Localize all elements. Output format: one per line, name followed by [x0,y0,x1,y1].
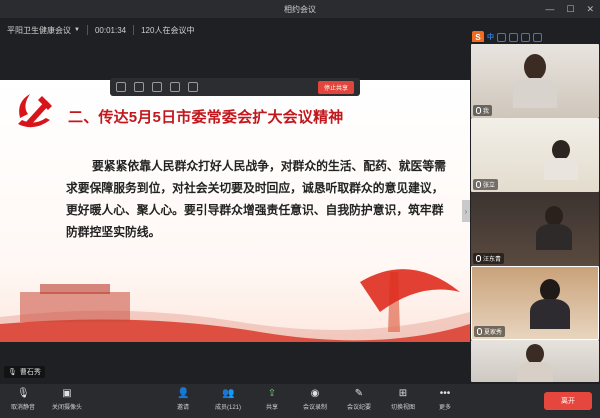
view-icon: ⊞ [398,388,408,399]
share-toolbar: 停止共享 [110,78,360,96]
window-controls: — ☐ ✕ [545,3,594,15]
ime-voice-icon[interactable] [509,32,518,42]
participant-video [517,344,553,382]
record-button[interactable]: ◉ 会议录制 [296,388,334,411]
more-button[interactable]: ••• 更多 [430,388,460,411]
video-tile[interactable]: 汪东青 [471,192,599,266]
mic-icon [477,328,482,335]
participant-name: 我 [483,109,490,115]
video-tile-active[interactable]: 夏家秀 [471,266,599,340]
record-icon: ◉ [310,388,320,399]
mic-icon [476,181,481,188]
maximize-icon[interactable]: ☐ [566,3,574,15]
camera-off-button[interactable]: ▣ 关闭摄像头 [48,388,86,411]
record-label: 会议录制 [302,405,327,411]
notes-label: 会议纪要 [346,405,371,411]
speaker-name: 曹石秀 [19,369,41,376]
invite-icon: 👤 [177,388,190,399]
more-label: 更多 [438,405,451,411]
annotate-icon[interactable] [170,82,180,92]
timer-text: 00:01:34 [94,25,127,35]
meeting-timer: 00:01:34 [88,26,133,35]
unmute-label: 取消静音 [10,405,35,411]
tile-namebar: 夏家秀 [474,326,506,337]
mic-icon [476,107,481,114]
members-icon[interactable] [152,82,162,92]
unmute-button[interactable]: 🎙 取消静音 [6,388,40,411]
participant-video [543,140,578,180]
share-label: 共享 [265,405,278,411]
bottom-toolbar: 🎙 取消静音 ▣ 关闭摄像头 👤 邀请 👥 成员(121) ⇪ 共享 ◉ 会议录… [0,384,600,418]
leave-button[interactable]: 离开 [544,392,592,410]
next-page-arrow-icon[interactable]: › [462,200,470,222]
video-tile[interactable] [471,340,599,382]
camera-icon[interactable] [134,82,144,92]
mic-icon [476,255,481,262]
party-emblem-icon [18,94,52,128]
invite-button[interactable]: 👤 邀请 [168,388,198,411]
meeting-info-bar: 平阳卫生健康会议 ▼ 00:01:34 120人在会议中 [0,18,470,42]
switch-view-button[interactable]: ⊞ 切换视图 [384,388,422,411]
more-icon: ••• [439,388,451,399]
attendee-count-text: 120人在会议中 [141,25,195,35]
slide-heading: 二、传达5月5日市委常委会扩大会议精神 [68,109,344,126]
meeting-name[interactable]: 平阳卫生健康会议 ▼ [0,25,87,36]
ime-settings-icon[interactable] [497,32,506,42]
members-button[interactable]: 👥 成员(121) [208,388,248,411]
participant-video [536,206,573,250]
mic-icon: 🎙 [17,388,30,399]
share-button[interactable]: ⇪ 共享 [257,388,287,411]
window-title: 相约会议 [284,4,316,14]
attendee-count[interactable]: 120人在会议中 [134,25,201,36]
participant-name: 汪东青 [483,257,502,263]
meeting-name-text: 平阳卫生健康会议 [7,25,71,35]
chevron-down-icon: ▼ [74,27,80,33]
red-ribbon-decoration [0,269,470,342]
tile-namebar: 汪东青 [473,253,505,264]
ime-skin-icon[interactable] [533,32,542,42]
camera-off-label: 关闭摄像头 [51,405,82,411]
shared-slide: 二、传达5月5日市委常委会扩大会议精神 要紧紧依靠人民群众打好人民战争，对群众的… [0,80,470,342]
video-tile-self[interactable]: 我 [471,44,599,118]
mic-icon: 🎙 [8,369,17,376]
meeting-app: 相约会议 — ☐ ✕ 平阳卫生健康会议 ▼ 00:01:34 120人在会议中 … [0,0,600,418]
close-icon[interactable]: ✕ [586,3,594,15]
ime-mode-icon[interactable]: 中 [487,32,494,42]
active-speaker: 🎙 曹石秀 [4,366,45,378]
participant-video [513,54,557,108]
stop-share-button[interactable]: 停止共享 [317,80,354,94]
participant-name: 夏家秀 [484,330,503,336]
video-tile[interactable]: 张立 [471,118,599,192]
participant-name: 张立 [483,183,496,189]
slide-body: 要紧紧依靠人民群众打好人民战争，对群众的生活、配药、就医等需求要保障服务到位，对… [66,159,446,239]
more-icon[interactable] [188,82,198,92]
tile-namebar: 张立 [473,179,499,190]
participant-video [530,279,571,329]
tile-namebar: 我 [473,105,493,116]
notes-icon: ✎ [354,388,364,399]
members-label: 成员(121) [214,405,241,411]
minimize-icon[interactable]: — [545,3,554,15]
invite-label: 邀请 [176,405,189,411]
camera-icon: ▣ [62,388,72,399]
ime-keyboard-icon[interactable] [521,32,530,42]
share-icon: ⇪ [267,388,277,399]
members-icon: 👥 [222,388,235,399]
notes-button[interactable]: ✎ 会议纪要 [340,388,378,411]
mic-icon[interactable] [116,82,126,92]
title-bar: 相约会议 — ☐ ✕ [0,0,600,18]
switch-view-label: 切换视图 [390,405,415,411]
